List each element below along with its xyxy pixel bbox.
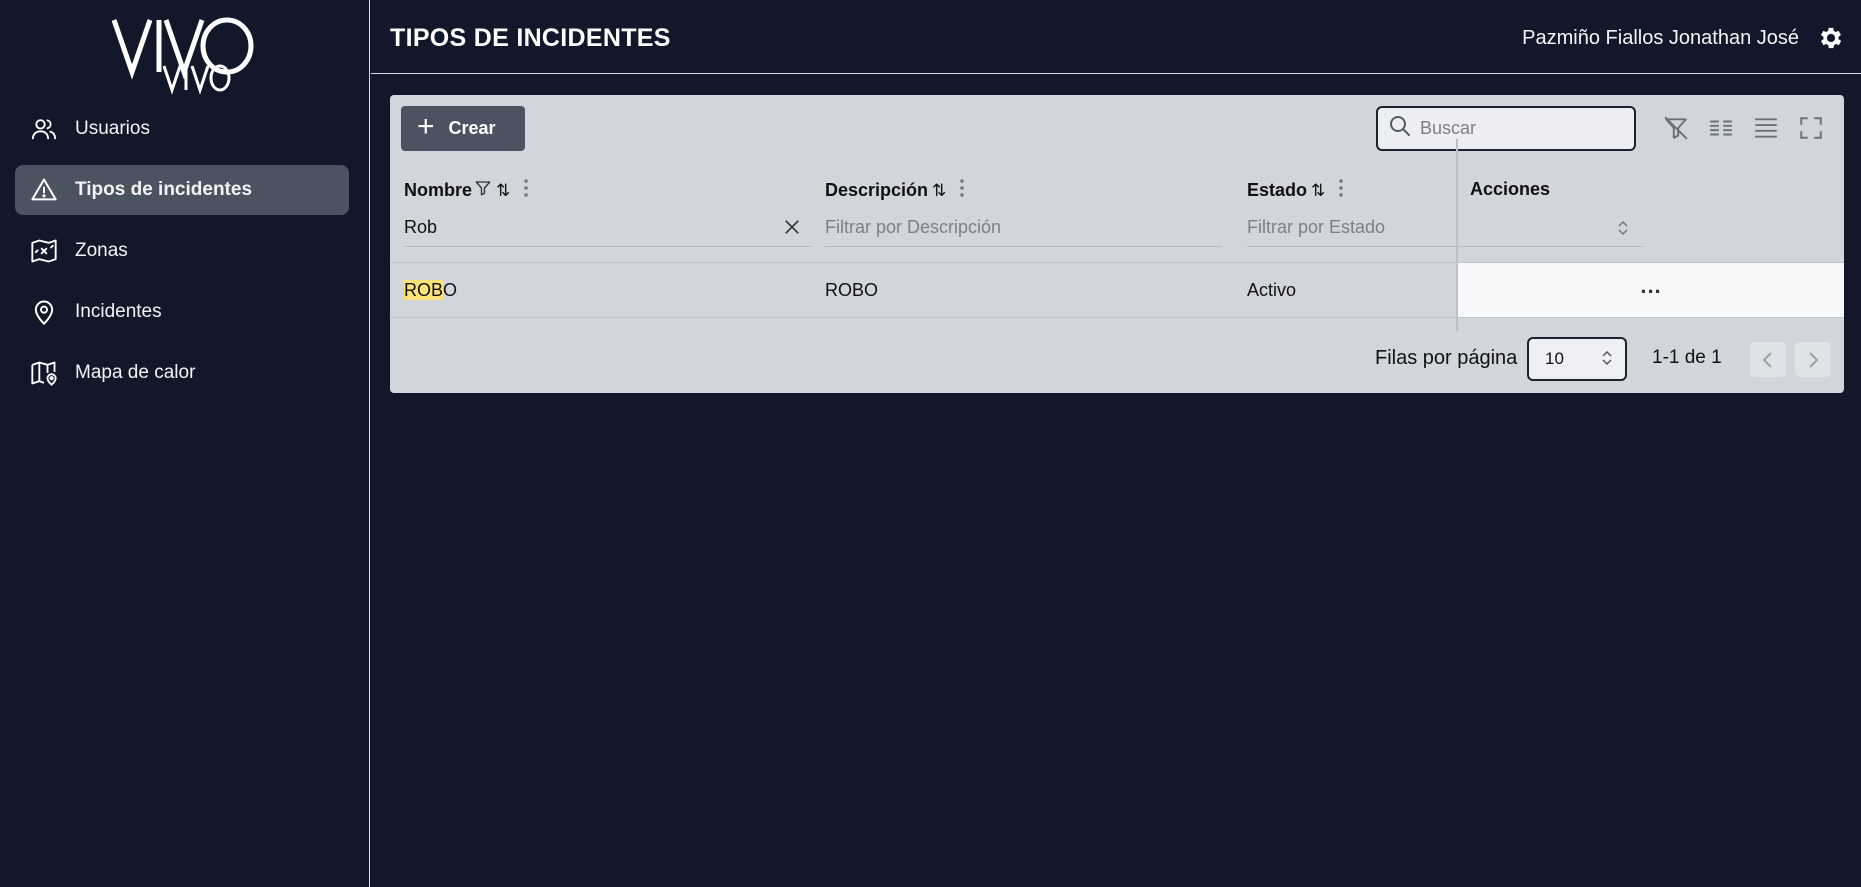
previous-page-button[interactable] bbox=[1750, 342, 1786, 377]
map-zone-icon bbox=[29, 236, 59, 266]
sidebar: Usuarios Tipos de incidentes Zonas Incid… bbox=[0, 0, 370, 887]
column-header-acciones: Acciones bbox=[1470, 179, 1551, 199]
sidebar-item-label: Incidentes bbox=[75, 301, 162, 322]
create-button-label: Crear bbox=[448, 118, 496, 138]
user-name[interactable]: Pazmiño Fiallos Jonathan José bbox=[1522, 27, 1799, 50]
clear-filter-icon[interactable] bbox=[782, 217, 802, 242]
rows-per-page-select[interactable]: 10 bbox=[1527, 337, 1627, 381]
sort-icon[interactable]: ⇅ bbox=[496, 181, 510, 201]
warning-triangle-icon bbox=[29, 175, 59, 205]
row-actions-button[interactable]: ... bbox=[1458, 262, 1844, 318]
filter-icon[interactable] bbox=[474, 179, 492, 202]
cell-nombre-rest: O bbox=[443, 280, 458, 300]
sidebar-item-usuarios[interactable]: Usuarios bbox=[15, 104, 349, 154]
column-menu-icon[interactable] bbox=[1339, 179, 1344, 202]
rows-per-page-value: 10 bbox=[1545, 349, 1564, 368]
incident-types-table-card: + Crear Nombre ⇅ bbox=[390, 95, 1844, 393]
page-title: TIPOS DE INCIDENTES bbox=[390, 24, 671, 52]
pagination-range: 1-1 de 1 bbox=[1652, 347, 1722, 368]
chevron-up-down-icon bbox=[1601, 349, 1613, 372]
column-header-nombre[interactable]: Nombre ⇅ bbox=[404, 179, 529, 202]
column-label: Estado bbox=[1247, 180, 1308, 200]
sidebar-item-label: Zonas bbox=[75, 240, 128, 261]
filter-descripcion-input[interactable]: Filtrar por Descripción bbox=[825, 209, 1222, 247]
plus-icon: + bbox=[417, 110, 435, 143]
sidebar-item-label: Usuarios bbox=[75, 118, 150, 139]
chevron-left-icon bbox=[1762, 351, 1772, 368]
rows-per-page-label: Filas por página bbox=[1375, 347, 1518, 369]
sort-icon[interactable]: ⇅ bbox=[932, 181, 946, 201]
sort-icon[interactable]: ⇅ bbox=[1311, 181, 1325, 201]
more-horizontal-icon: ... bbox=[1640, 273, 1662, 298]
filter-value: Rob bbox=[404, 217, 438, 237]
top-header: TIPOS DE INCIDENTES Pazmiño Fiallos Jona… bbox=[371, 0, 1861, 74]
cell-estado: Activo bbox=[1247, 280, 1297, 300]
search-highlight: ROB bbox=[404, 280, 444, 300]
location-pin-icon bbox=[29, 297, 59, 327]
filter-placeholder: Filtrar por Estado bbox=[1247, 217, 1386, 237]
column-header-descripcion[interactable]: Descripción ⇅ bbox=[825, 179, 965, 202]
gear-icon[interactable] bbox=[1817, 24, 1845, 52]
map-pin-icon bbox=[29, 358, 59, 388]
sidebar-item-zonas[interactable]: Zonas bbox=[15, 226, 349, 276]
column-label: Descripción bbox=[825, 180, 929, 200]
users-icon bbox=[29, 114, 59, 144]
sidebar-item-label: Tipos de incidentes bbox=[75, 179, 253, 200]
next-page-button[interactable] bbox=[1795, 342, 1831, 377]
column-menu-icon[interactable] bbox=[524, 179, 529, 202]
sidebar-item-label: Mapa de calor bbox=[75, 362, 196, 383]
filter-placeholder: Filtrar por Descripción bbox=[825, 217, 1002, 237]
cell-nombre: ROBO bbox=[404, 280, 457, 301]
search-icon bbox=[1388, 114, 1412, 143]
column-menu-icon[interactable] bbox=[960, 179, 965, 202]
create-button[interactable]: + Crear bbox=[401, 106, 525, 151]
sidebar-item-incidentes[interactable]: Incidentes bbox=[15, 287, 349, 337]
column-label: Nombre bbox=[404, 180, 473, 200]
cell-descripcion: ROBO bbox=[825, 280, 879, 300]
sidebar-item-tipos-de-incidentes[interactable]: Tipos de incidentes bbox=[15, 165, 349, 215]
chevron-right-icon bbox=[1809, 351, 1819, 368]
column-header-estado[interactable]: Estado ⇅ bbox=[1247, 179, 1344, 202]
vivo-logo bbox=[112, 17, 254, 95]
search-input[interactable] bbox=[1420, 118, 1620, 139]
filter-nombre-input[interactable]: Rob bbox=[404, 209, 812, 247]
sidebar-nav: Usuarios Tipos de incidentes Zonas Incid… bbox=[15, 104, 349, 409]
table-row[interactable]: ROBO ROBO Activo bbox=[390, 262, 1456, 318]
sidebar-item-mapa-de-calor[interactable]: Mapa de calor bbox=[15, 348, 349, 398]
